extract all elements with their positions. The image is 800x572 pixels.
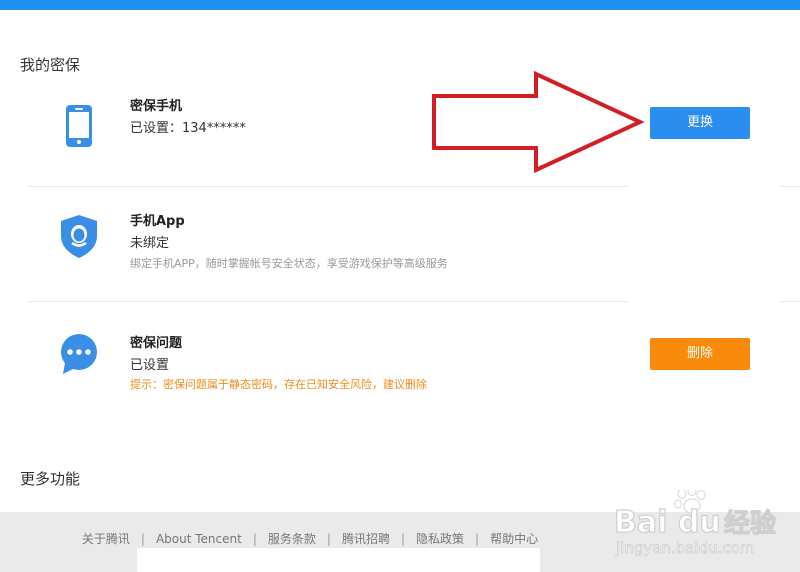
divider bbox=[28, 186, 628, 187]
footer-link-about-en[interactable]: About Tencent bbox=[156, 532, 242, 546]
chat-bubble-icon bbox=[55, 330, 103, 378]
item-name: 密保手机 bbox=[130, 99, 183, 114]
footer-separator: | bbox=[140, 532, 145, 546]
footer-separator: | bbox=[400, 532, 406, 546]
item-description: 绑定手机APP，随时掌握帐号安全状态，享受游戏保护等高级服务 bbox=[130, 257, 448, 270]
section-title-security: 我的密保 bbox=[20, 56, 81, 74]
mobile-phone-icon bbox=[55, 102, 103, 150]
item-status: 未绑定 bbox=[130, 236, 170, 251]
footer-link-privacy[interactable]: 隐私政策 bbox=[416, 532, 464, 546]
footer-link-careers[interactable]: 腾讯招聘 bbox=[342, 532, 390, 546]
delete-button[interactable]: 删除 bbox=[650, 338, 750, 370]
footer-blank-box bbox=[137, 548, 540, 572]
item-name: 手机App bbox=[130, 214, 185, 229]
qq-shield-icon bbox=[55, 212, 103, 260]
footer-link-help[interactable]: 帮助中心 bbox=[490, 532, 538, 546]
footer-links: 关于腾讯 | About Tencent | 服务条款 | 腾讯招聘 | 隐私政策 | 帮助中心 bbox=[0, 530, 620, 547]
footer-link-terms[interactable]: 服务条款 bbox=[268, 532, 316, 546]
divider bbox=[780, 186, 800, 187]
watermark-url: jingyan.baidu.com bbox=[615, 539, 754, 557]
item-warning: 提示：密保问题属于静态密码，存在已知安全风险，建议删除 bbox=[130, 378, 427, 391]
item-status: 已设置：134****** bbox=[130, 121, 246, 136]
section-title-more: 更多功能 bbox=[20, 470, 81, 488]
baidu-jingyan-watermark: Bai du 经验 jingyan.baidu.com bbox=[613, 490, 777, 557]
top-bar bbox=[0, 0, 800, 10]
footer-separator: | bbox=[475, 532, 480, 546]
footer-separator: | bbox=[252, 532, 257, 546]
divider bbox=[28, 301, 628, 302]
watermark-brand: Bai du bbox=[614, 505, 721, 540]
item-status: 已设置 bbox=[130, 358, 170, 373]
watermark-product: 经验 bbox=[724, 508, 776, 539]
footer-link-about[interactable]: 关于腾讯 bbox=[82, 532, 130, 546]
red-arrow-annotation bbox=[432, 70, 645, 174]
footer-separator: | bbox=[326, 532, 331, 546]
divider bbox=[780, 301, 800, 302]
change-button[interactable]: 更换 bbox=[650, 107, 750, 139]
item-name: 密保问题 bbox=[130, 336, 183, 351]
